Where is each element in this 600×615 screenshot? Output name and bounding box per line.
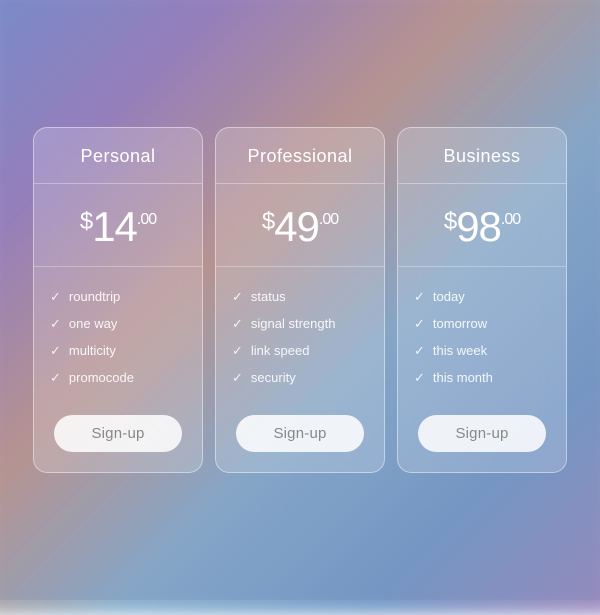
price-business: $98.00 <box>444 206 520 248</box>
feature-label: one way <box>69 316 117 331</box>
list-item: ✓ this week <box>414 337 550 364</box>
price-section-personal: $14.00 <box>34 184 202 267</box>
list-item: ✓ link speed <box>232 337 368 364</box>
plan-title-personal: Personal <box>44 146 192 167</box>
checkmark-icon: ✓ <box>414 371 425 384</box>
price-amount-business: 98 <box>456 206 501 248</box>
checkmark-icon: ✓ <box>414 290 425 303</box>
checkmark-icon: ✓ <box>232 290 243 303</box>
list-item: ✓ signal strength <box>232 310 368 337</box>
list-item: ✓ multicity <box>50 337 186 364</box>
checkmark-icon: ✓ <box>50 290 61 303</box>
feature-label: roundtrip <box>69 289 120 304</box>
card-professional: Professional $49.00 ✓ status ✓ signal strengt… <box>215 127 385 473</box>
price-section-professional: $49.00 <box>216 184 384 267</box>
feature-label: tomorrow <box>433 316 487 331</box>
price-cents-personal: .00 <box>137 212 156 228</box>
plan-title-professional: Professional <box>226 146 374 167</box>
list-item: ✓ this month <box>414 364 550 391</box>
features-personal: ✓ roundtrip ✓ one way ✓ multicity ✓ promocode <box>34 267 202 401</box>
list-item: ✓ roundtrip <box>50 283 186 310</box>
price-professional: $49.00 <box>262 206 338 248</box>
signup-button-professional[interactable]: Sign-up <box>236 415 364 452</box>
card-header-professional: Professional <box>216 128 384 184</box>
price-cents-business: .00 <box>501 212 520 228</box>
price-currency-personal: $ <box>80 210 92 234</box>
price-currency-professional: $ <box>262 210 274 234</box>
price-amount-professional: 49 <box>274 206 319 248</box>
signup-button-business[interactable]: Sign-up <box>418 415 546 452</box>
feature-label: signal strength <box>251 316 336 331</box>
feature-label: security <box>251 370 296 385</box>
feature-label: promocode <box>69 370 134 385</box>
feature-label: this week <box>433 343 487 358</box>
signup-area-professional: Sign-up <box>216 401 384 472</box>
checkmark-icon: ✓ <box>414 317 425 330</box>
checkmark-icon: ✓ <box>414 344 425 357</box>
signup-area-personal: Sign-up <box>34 401 202 472</box>
list-item: ✓ one way <box>50 310 186 337</box>
price-cents-professional: .00 <box>319 212 338 228</box>
checkmark-icon: ✓ <box>232 371 243 384</box>
checkmark-icon: ✓ <box>50 371 61 384</box>
card-header-personal: Personal <box>34 128 202 184</box>
feature-label: this month <box>433 370 493 385</box>
list-item: ✓ status <box>232 283 368 310</box>
signup-area-business: Sign-up <box>398 401 566 472</box>
price-section-business: $98.00 <box>398 184 566 267</box>
price-amount-personal: 14 <box>92 206 137 248</box>
list-item: ✓ today <box>414 283 550 310</box>
checkmark-icon: ✓ <box>50 317 61 330</box>
features-professional: ✓ status ✓ signal strength ✓ link speed ✓ secur… <box>216 267 384 401</box>
list-item: ✓ promocode <box>50 364 186 391</box>
features-business: ✓ today ✓ tomorrow ✓ this week ✓ this month <box>398 267 566 401</box>
feature-label: status <box>251 289 286 304</box>
price-currency-business: $ <box>444 210 456 234</box>
checkmark-icon: ✓ <box>50 344 61 357</box>
feature-label: multicity <box>69 343 116 358</box>
card-personal: Personal $14.00 ✓ roundtrip ✓ one way ✓ multici… <box>33 127 203 473</box>
card-header-business: Business <box>398 128 566 184</box>
checkmark-icon: ✓ <box>232 344 243 357</box>
list-item: ✓ security <box>232 364 368 391</box>
card-business: Business$98.00✓today✓tomorrow✓this week✓… <box>397 127 567 473</box>
checkmark-icon: ✓ <box>232 317 243 330</box>
feature-label: link speed <box>251 343 310 358</box>
plan-title-business: Business <box>408 146 556 167</box>
pricing-container: Personal$14.00✓roundtrip✓one way✓multici… <box>13 107 587 493</box>
signup-button-personal[interactable]: Sign-up <box>54 415 182 452</box>
list-item: ✓ tomorrow <box>414 310 550 337</box>
feature-label: today <box>433 289 465 304</box>
price-personal: $14.00 <box>80 206 156 248</box>
